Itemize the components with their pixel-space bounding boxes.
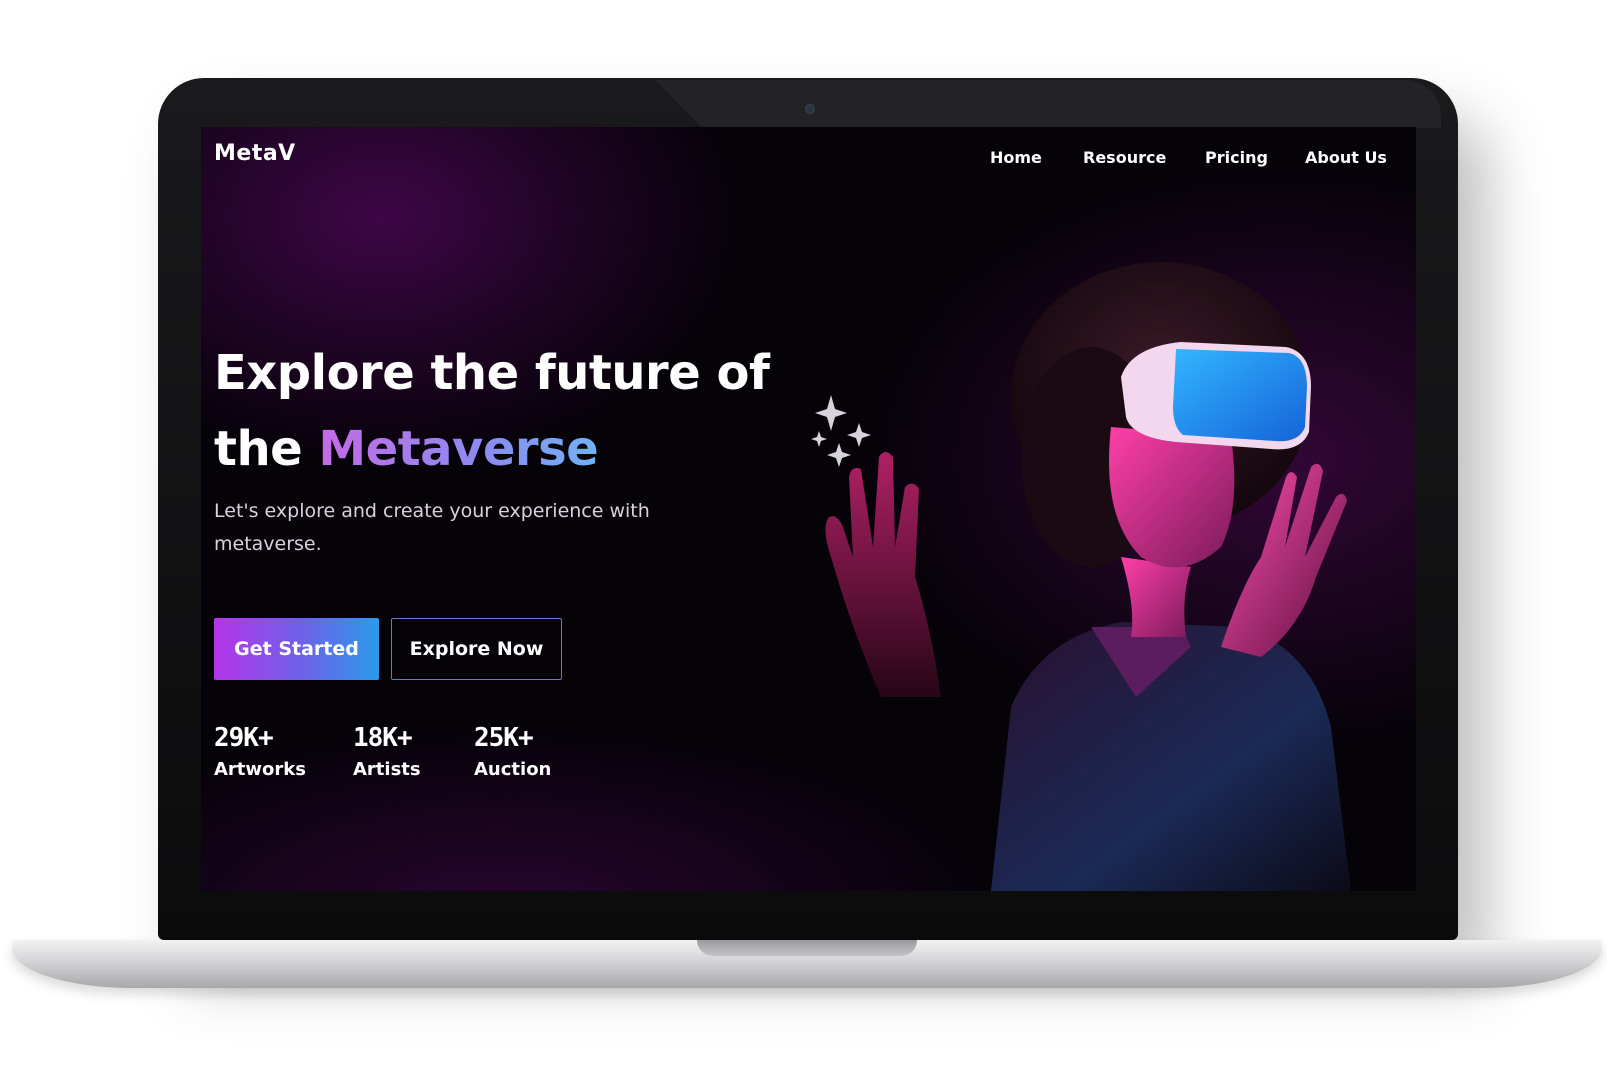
stat-artists: 18K+ Artists (353, 723, 421, 785)
explore-now-button[interactable]: Explore Now (391, 618, 562, 680)
stat-auction: 25K+ Auction (474, 723, 551, 785)
top-nav: Home Resource Pricing About Us (201, 148, 1416, 172)
stat-value: 29K+ (214, 723, 274, 753)
stat-value: 25K+ (474, 723, 534, 753)
laptop-hinge-notch (697, 940, 917, 956)
stat-artworks: 29K+ Artworks (214, 723, 306, 785)
nav-item-about-us[interactable]: About Us (1305, 148, 1387, 167)
hero-subtitle: Let's explore and create your experience… (214, 500, 650, 555)
laptop-screen: MetaV Home Resource Pricing About Us Exp… (201, 127, 1416, 891)
nav-item-pricing[interactable]: Pricing (1205, 148, 1268, 167)
headline-line-1: Explore the future of (214, 345, 770, 401)
camera-icon (805, 104, 815, 114)
get-started-button[interactable]: Get Started (214, 618, 379, 680)
laptop-lid-highlight (655, 80, 1441, 128)
stat-label: Artworks (214, 759, 306, 780)
stat-label: Auction (474, 759, 552, 780)
hero-headline: Explore the future of the Metaverse (214, 335, 774, 487)
headline-accent: Metaverse (318, 421, 599, 477)
vr-headset-person-image (825, 262, 1351, 891)
nav-item-resource[interactable]: Resource (1083, 148, 1166, 167)
stat-label: Artists (353, 759, 421, 780)
stat-value: 18K+ (353, 723, 413, 753)
nav-item-home[interactable]: Home (990, 148, 1042, 167)
headline-prefix: the (214, 421, 319, 477)
